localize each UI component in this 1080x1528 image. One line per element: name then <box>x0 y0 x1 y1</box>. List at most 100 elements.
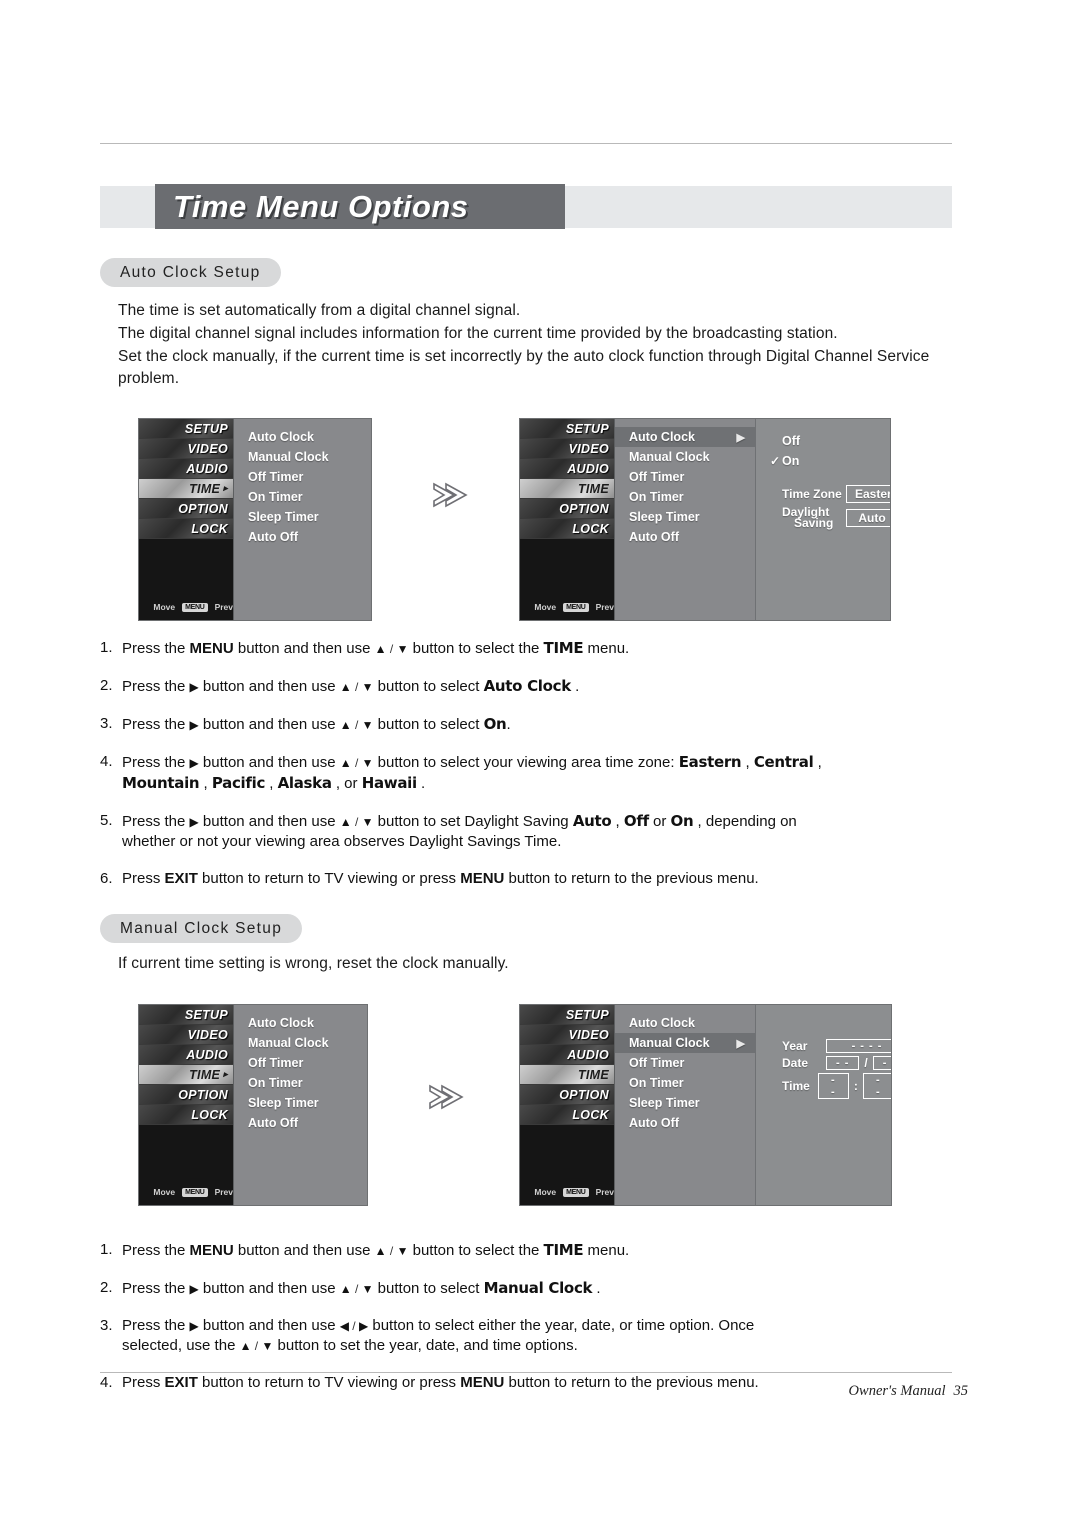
date-day-value[interactable]: - - <box>872 1056 891 1070</box>
tv-sidebar-tab-video[interactable]: VIDEO <box>520 439 614 459</box>
tv-sidebar-tab-time[interactable]: TIME <box>520 1065 614 1085</box>
tv-menu-item-on-timer[interactable]: On Timer <box>234 487 371 507</box>
tv-sidebar-tabs: SETUP VIDEO AUDIO TIME ▸ OPTION LOCK <box>139 419 233 539</box>
time-hour-value[interactable]: - - <box>817 1073 849 1099</box>
tv-sidebar-tab-setup[interactable]: SETUP <box>139 1005 233 1025</box>
tv-footer-move-label: Move <box>153 1187 176 1197</box>
menu-term: Alaska <box>277 774 332 792</box>
time-field[interactable]: Time - - : - - - - <box>756 1073 891 1099</box>
text-run: button and then use <box>198 813 340 830</box>
tv-menu-item-on-timer[interactable]: On Timer <box>615 1073 755 1093</box>
direction-arrow-icon: ▲ <box>374 642 387 656</box>
tv-menu-item-off-timer[interactable]: Off Timer <box>234 1053 367 1073</box>
tv-menu-item-auto-off[interactable]: Auto Off <box>615 1113 755 1133</box>
submenu-option-off[interactable]: Off <box>756 431 890 451</box>
tv-menu-item-auto-clock[interactable]: Auto Clock <box>234 427 371 447</box>
tv-sidebar-tab-lock[interactable]: LOCK <box>520 519 614 539</box>
tv-sidebar-tab-video[interactable]: VIDEO <box>520 1025 614 1045</box>
tv-sidebar-tab-thumbnail-icon <box>522 1025 578 1044</box>
tv-menu-item-manual-clock[interactable]: Manual Clock <box>615 447 755 467</box>
tv-sidebar-tab-thumbnail-icon <box>141 1085 197 1104</box>
tv-menu-item-auto-off[interactable]: Auto Off <box>234 1113 367 1133</box>
tv-menu-item-auto-clock[interactable]: Auto Clock <box>234 1013 367 1033</box>
tv-sidebar-tab-lock[interactable]: LOCK <box>520 1105 614 1125</box>
text-run: selected, use the <box>122 1337 240 1354</box>
tv-menu-item-on-timer[interactable]: On Timer <box>234 1073 367 1093</box>
tv-sidebar-tab-audio[interactable]: AUDIO <box>139 1045 233 1065</box>
tv-sidebar-tab-thumbnail-icon <box>522 1065 578 1084</box>
menu-term: Auto <box>572 812 612 830</box>
daylight-saving-value[interactable]: Auto <box>846 509 890 527</box>
tv-menu-item-sleep-timer[interactable]: Sleep Timer <box>615 1093 755 1113</box>
text-run: . <box>570 678 580 695</box>
text-run: . <box>506 716 511 733</box>
tv-sidebar-tab-option[interactable]: OPTION <box>139 1085 233 1105</box>
date-field[interactable]: Date - - / - - <box>756 1056 891 1070</box>
year-field[interactable]: Year - - - - <box>756 1039 891 1053</box>
tv-sidebar-tab-thumbnail-icon <box>522 1085 578 1104</box>
tv-menu-item-sleep-timer[interactable]: Sleep Timer <box>615 507 755 527</box>
tv-sidebar-tab-audio[interactable]: AUDIO <box>520 459 614 479</box>
text-run: button to select your viewing area time … <box>373 754 679 771</box>
tv-menu-item-sleep-timer[interactable]: Sleep Timer <box>234 1093 367 1113</box>
tv-menu-item-auto-off[interactable]: Auto Off <box>234 527 371 547</box>
text-run: , <box>741 754 754 771</box>
date-month-value[interactable]: - - <box>826 1056 860 1070</box>
tv-sidebar-tab-thumbnail-icon <box>141 1045 197 1064</box>
year-value[interactable]: - - - - <box>826 1039 891 1053</box>
tv-sidebar-tab-option[interactable]: OPTION <box>520 1085 614 1105</box>
tv-footer-hints: Move MENU Prev <box>139 594 233 620</box>
direction-arrow-icon: ▲ <box>339 1282 352 1296</box>
chevron-right-icon: ▸ <box>223 1069 228 1079</box>
submenu-option-on[interactable]: ✓ On <box>756 451 890 471</box>
tv-sidebar-tab-label: TIME <box>577 1067 609 1082</box>
tv-sidebar-tab-setup[interactable]: SETUP <box>520 1005 614 1025</box>
separator: / <box>351 756 362 770</box>
tv-footer-move-label: Move <box>534 602 557 612</box>
tv-sidebar-filler <box>520 1125 614 1179</box>
time-zone-value[interactable]: Eastern <box>846 485 890 503</box>
tv-sidebar-tab-setup[interactable]: SETUP <box>520 419 614 439</box>
tv-sidebar-tab-audio[interactable]: AUDIO <box>520 1045 614 1065</box>
tv-sidebar-tab-time[interactable]: TIME <box>520 479 614 499</box>
auto-clock-description: The time is set automatically from a dig… <box>118 300 958 391</box>
tv-footer-move-label: Move <box>153 602 176 612</box>
tv-menu-item-off-timer[interactable]: Off Timer <box>234 467 371 487</box>
tv-sidebar-tab-option[interactable]: OPTION <box>139 499 233 519</box>
step-number: 1. <box>100 1241 113 1258</box>
year-label: Year <box>782 1039 808 1053</box>
tv-sidebar-tab-video[interactable]: VIDEO <box>139 439 233 459</box>
tv-sidebar-tab-lock[interactable]: LOCK <box>139 519 233 539</box>
tv-menu-item-on-timer[interactable]: On Timer <box>615 487 755 507</box>
text-run: Press <box>122 1374 165 1391</box>
tv-sidebar-tab-video[interactable]: VIDEO <box>139 1025 233 1045</box>
time-zone-field[interactable]: Time Zone Eastern <box>756 485 890 503</box>
direction-arrow-icon: ▲ <box>339 680 352 694</box>
step-arrow-icon <box>429 1084 464 1110</box>
tv-sidebar-tab-lock[interactable]: LOCK <box>139 1105 233 1125</box>
time-minute-value[interactable]: - - <box>862 1073 891 1099</box>
tv-menu-item-off-timer[interactable]: Off Timer <box>615 467 755 487</box>
tv-sidebar-tab-time[interactable]: TIME ▸ <box>139 1065 233 1085</box>
tv-menu-item-manual-clock[interactable]: Manual Clock ▶ <box>615 1033 755 1053</box>
arrow-right-icon: ▶ <box>736 1037 745 1050</box>
tv-sidebar-tabs: SETUP VIDEO AUDIO TIME OPTION LOCK <box>520 419 614 539</box>
tv-menu-item-manual-clock[interactable]: Manual Clock <box>234 447 371 467</box>
tv-menu-item-auto-clock[interactable]: Auto Clock ▶ <box>615 427 755 447</box>
tv-menu-item-sleep-timer[interactable]: Sleep Timer <box>234 507 371 527</box>
tv-menu-item-manual-clock[interactable]: Manual Clock <box>234 1033 367 1053</box>
tv-sidebar-tab-time[interactable]: TIME ▸ <box>139 479 233 499</box>
menu-key-icon: MENU <box>182 602 208 612</box>
tv-sidebar-tab-option[interactable]: OPTION <box>520 499 614 519</box>
tv-sidebar-tab-audio[interactable]: AUDIO <box>139 459 233 479</box>
tv-menu-item-auto-clock[interactable]: Auto Clock <box>615 1013 755 1033</box>
paragraph-line: Set the clock manually, if the current t… <box>118 347 930 388</box>
tv-sidebar: SETUP VIDEO AUDIO TIME OPTION LOCK Move MENU … <box>520 1005 615 1205</box>
tv-menu-item-off-timer[interactable]: Off Timer <box>615 1053 755 1073</box>
tv-sidebar-tab-setup[interactable]: SETUP <box>139 419 233 439</box>
time-label: Time <box>782 1079 810 1093</box>
daylight-saving-field[interactable]: Daylight Saving Auto <box>756 506 890 529</box>
tv-menu-item-label: Off Timer <box>629 1056 685 1070</box>
text-run: button and then use <box>198 716 340 733</box>
tv-menu-item-auto-off[interactable]: Auto Off <box>615 527 755 547</box>
